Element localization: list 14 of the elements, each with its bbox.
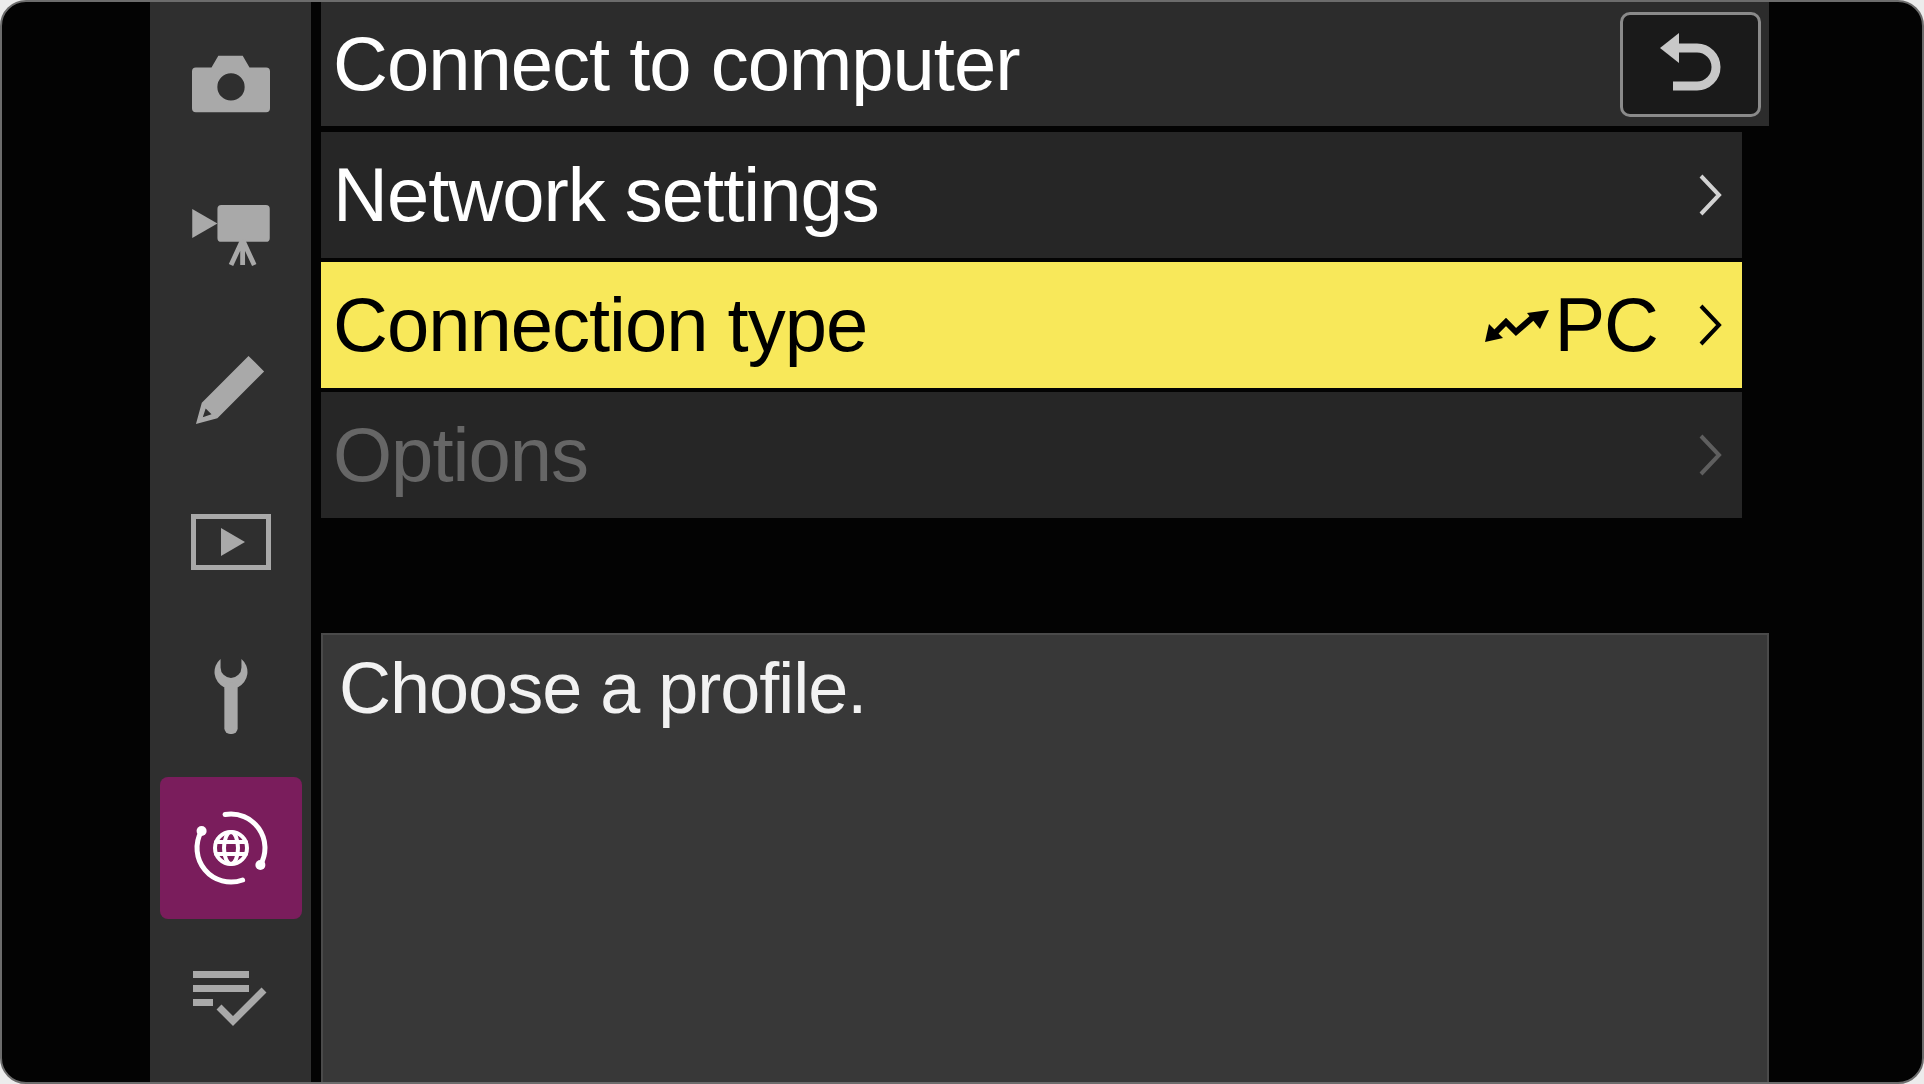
back-button[interactable] <box>1620 11 1761 117</box>
playback-icon <box>190 514 271 570</box>
chevron-right-icon <box>1698 303 1722 347</box>
chevron-right-icon <box>1698 433 1722 477</box>
menu-item[interactable]: Network settings <box>321 132 1742 258</box>
wireless-link-icon <box>1484 307 1551 343</box>
movie-camera-icon <box>191 205 270 267</box>
help-text: Choose a profile. <box>339 647 868 730</box>
setting-value: PC <box>1554 281 1658 369</box>
menu-item[interactable]: Connection type PC <box>321 262 1742 388</box>
camera-icon <box>191 53 270 113</box>
menu-tab[interactable] <box>159 777 302 919</box>
screen-title: Connect to computer <box>333 20 1020 108</box>
chevron-right-icon <box>1698 173 1722 217</box>
